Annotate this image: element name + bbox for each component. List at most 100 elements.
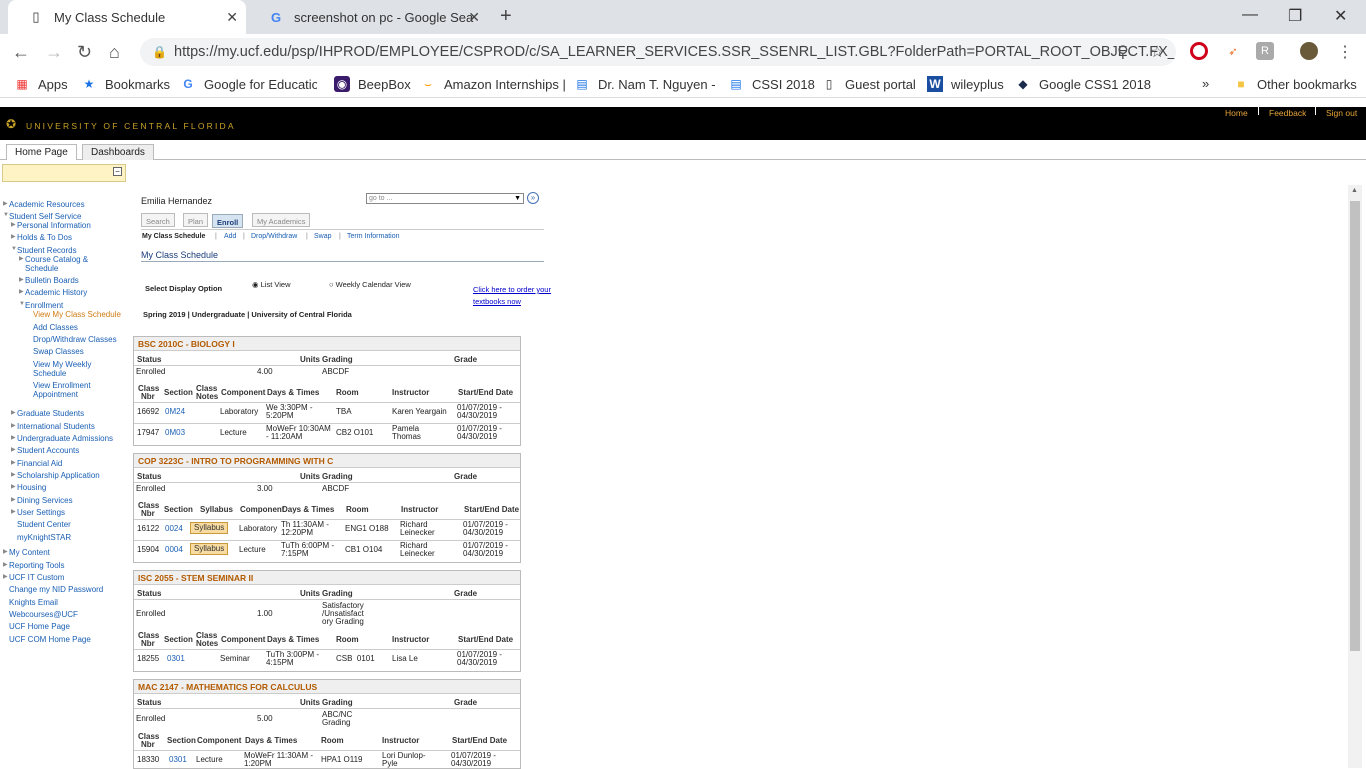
expand-icon[interactable]: ▶ xyxy=(3,573,8,580)
expand-icon[interactable]: ▶ xyxy=(11,446,16,453)
bookmark-wileyplus[interactable]: Wwileyplus xyxy=(927,76,1004,92)
sublink-swap[interactable]: Swap xyxy=(314,233,332,240)
nav-my-content[interactable]: My Content xyxy=(9,548,50,557)
nav-international-students[interactable]: International Students xyxy=(17,422,95,431)
nav-user-settings[interactable]: User Settings xyxy=(17,508,65,517)
nav-add-classes[interactable]: Add Classes xyxy=(33,323,78,332)
bookmark-bookmarks[interactable]: ★ Bookmarks xyxy=(81,76,170,92)
nav-ucf-com-home-page[interactable]: UCF COM Home Page xyxy=(9,635,91,644)
nav-webcourses[interactable]: Webcourses@UCF xyxy=(9,610,78,619)
bookmark-apps[interactable]: ▦ Apps xyxy=(14,76,67,92)
go-button[interactable]: » xyxy=(527,192,539,204)
sublink-my-class-schedule[interactable]: My Class Schedule xyxy=(142,233,205,240)
expand-icon[interactable]: ▶ xyxy=(11,471,16,478)
nav-course-catalog-cont[interactable]: Schedule xyxy=(25,264,58,273)
page-scrollbar[interactable]: ▲ xyxy=(1348,185,1362,768)
section-link[interactable]: 0004 xyxy=(165,546,183,554)
nav-academic-history[interactable]: Academic History xyxy=(25,288,87,297)
nav-view-enrollment-cont[interactable]: Appointment xyxy=(33,390,78,399)
goto-select[interactable]: go to ... ▼ xyxy=(366,193,524,204)
tab-search[interactable]: Search xyxy=(141,213,175,227)
close-tab-icon[interactable]: ✕ xyxy=(468,9,480,26)
nav-personal-information[interactable]: Personal Information xyxy=(17,221,91,230)
header-link-feedback[interactable]: Feedback xyxy=(1269,108,1306,118)
expand-icon[interactable]: ▶ xyxy=(19,255,24,262)
url-input[interactable]: 🔒 https://my.ucf.edu/psp/IHPROD/EMPLOYEE… xyxy=(140,38,1176,66)
nav-ucf-home-page[interactable]: UCF Home Page xyxy=(9,622,70,631)
textbook-link[interactable]: Click here to order your xyxy=(473,285,551,294)
nav-student-accounts[interactable]: Student Accounts xyxy=(17,446,79,455)
header-link-home[interactable]: Home xyxy=(1225,108,1248,118)
extension-icon[interactable]: ➶ xyxy=(1224,42,1242,60)
tab-my-academics[interactable]: My Academics xyxy=(252,213,311,227)
tab-enroll[interactable]: Enroll xyxy=(212,214,244,228)
nav-academic-resources[interactable]: Academic Resources xyxy=(9,200,85,209)
bookmark-google-css1[interactable]: ◆ Google CSS1 2018 - xyxy=(1015,76,1151,92)
collapse-icon[interactable]: − xyxy=(113,167,122,176)
syllabus-button[interactable]: Syllabus xyxy=(190,543,229,555)
nav-scholarship[interactable]: Scholarship Application xyxy=(17,471,100,480)
expand-icon[interactable]: ▶ xyxy=(11,409,16,416)
syllabus-button[interactable]: Syllabus xyxy=(190,522,229,534)
expand-icon[interactable]: ▶ xyxy=(3,561,8,568)
opera-icon[interactable] xyxy=(1190,42,1208,60)
tab-my-class-schedule[interactable]: ▯ My Class Schedule ✕ xyxy=(8,0,246,34)
expand-icon[interactable]: ▶ xyxy=(11,434,16,441)
bookmark-cssi[interactable]: ▤ CSSI 2018 xyxy=(728,76,815,92)
section-link[interactable]: 0024 xyxy=(165,525,183,533)
new-tab-button[interactable]: + xyxy=(500,5,512,28)
extension-icon[interactable]: R xyxy=(1256,42,1274,60)
nav-enrollment[interactable]: Enrollment xyxy=(25,301,63,310)
expand-icon[interactable]: ▶ xyxy=(19,276,24,283)
nav-ucf-it-custom[interactable]: UCF IT Custom xyxy=(9,573,64,582)
scrollbar-thumb[interactable] xyxy=(1350,201,1360,651)
expand-icon[interactable]: ▶ xyxy=(3,200,8,207)
tab-dashboards[interactable]: Dashboards xyxy=(82,144,154,160)
home-icon[interactable]: ⌂ xyxy=(109,42,120,63)
bookmark-amazon[interactable]: ⌣ Amazon Internships | xyxy=(420,76,566,92)
nav-swap-classes[interactable]: Swap Classes xyxy=(33,347,84,356)
bookmark-star-icon[interactable]: ☆ xyxy=(1150,42,1164,62)
reload-icon[interactable]: ↻ xyxy=(77,42,92,63)
tab-plan[interactable]: Plan xyxy=(183,213,209,227)
bookmark-beepbox[interactable]: ◉ BeepBox xyxy=(334,76,411,92)
nav-change-nid-password[interactable]: Change my NID Password xyxy=(9,585,103,594)
section-link[interactable]: 0M03 xyxy=(165,429,185,437)
tab-home-page[interactable]: Home Page xyxy=(6,144,77,160)
nav-student-records[interactable]: Student Records xyxy=(17,246,77,255)
sublink-term-information[interactable]: Term Information xyxy=(347,233,400,240)
nav-housing[interactable]: Housing xyxy=(17,483,46,492)
nav-view-weekly[interactable]: View My Weekly xyxy=(33,360,91,369)
expand-icon[interactable]: ▶ xyxy=(3,548,8,555)
tab-google-search[interactable]: G screenshot on pc - Google Search ✕ xyxy=(248,0,488,34)
nav-drop-withdraw[interactable]: Drop/Withdraw Classes xyxy=(33,335,117,344)
bookmark-guest-portal[interactable]: ▯ Guest portal xyxy=(821,76,916,92)
close-window-icon[interactable]: ✕ xyxy=(1334,6,1347,26)
nav-student-center[interactable]: Student Center xyxy=(17,520,71,529)
restore-icon[interactable]: ❐ xyxy=(1288,6,1302,26)
textbook-link[interactable]: textbooks now xyxy=(473,297,521,306)
close-tab-icon[interactable]: ✕ xyxy=(226,9,238,26)
nav-student-self-service[interactable]: Student Self Service xyxy=(9,212,81,221)
expand-icon[interactable]: ▶ xyxy=(11,422,16,429)
list-view-radio[interactable]: ◉ List View xyxy=(252,280,291,289)
nav-view-enrollment[interactable]: View Enrollment xyxy=(33,381,91,390)
section-link[interactable]: 0301 xyxy=(167,655,185,663)
expand-icon[interactable]: ▶ xyxy=(11,233,16,240)
minimize-icon[interactable]: — xyxy=(1242,6,1258,24)
header-link-signout[interactable]: Sign out xyxy=(1326,108,1357,118)
other-bookmarks[interactable]: ■ Other bookmarks xyxy=(1233,76,1356,92)
zoom-icon[interactable]: ⚲ xyxy=(1117,42,1129,62)
section-link[interactable]: 0301 xyxy=(169,756,187,764)
expand-icon[interactable]: ▶ xyxy=(19,288,24,295)
menu-icon[interactable]: ⋮ xyxy=(1337,42,1353,62)
back-icon[interactable]: ← xyxy=(12,42,30,63)
nav-dining-services[interactable]: Dining Services xyxy=(17,496,73,505)
nav-myknightstar[interactable]: myKnightSTAR xyxy=(17,533,71,542)
forward-icon[interactable]: → xyxy=(45,42,63,63)
expand-icon[interactable]: ▶ xyxy=(11,221,16,228)
nav-reporting-tools[interactable]: Reporting Tools xyxy=(9,561,64,570)
nav-knights-email[interactable]: Knights Email xyxy=(9,598,58,607)
avatar[interactable] xyxy=(1300,42,1318,60)
nav-financial-aid[interactable]: Financial Aid xyxy=(17,459,62,468)
